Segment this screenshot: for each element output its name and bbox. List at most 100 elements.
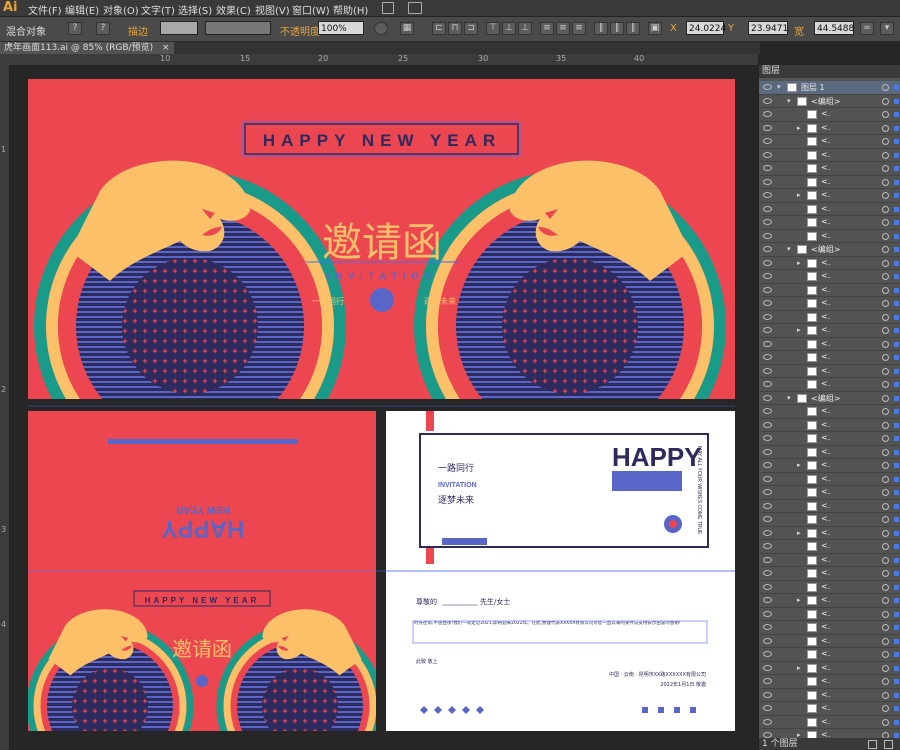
path-row[interactable]: <. [759, 500, 900, 513]
selection-square-icon[interactable] [894, 692, 899, 698]
vertical-ruler[interactable]: 1 2 3 4 [0, 65, 10, 750]
path-row[interactable]: <. [759, 540, 900, 554]
path-row[interactable]: <. [759, 432, 900, 446]
distribute-bottom-icon[interactable]: ≡ [572, 22, 586, 35]
w-field[interactable]: 44.5488 [814, 21, 854, 35]
visibility-eye-icon[interactable] [763, 219, 772, 225]
target-circle-icon[interactable] [882, 678, 889, 685]
visibility-eye-icon[interactable] [763, 408, 772, 414]
path-row[interactable]: <. [759, 311, 900, 324]
expand-toggle-icon[interactable]: ▸ [797, 596, 801, 604]
selection-square-icon[interactable] [894, 490, 899, 495]
target-circle-icon[interactable] [882, 219, 889, 226]
path-row[interactable]: <. [759, 135, 900, 149]
target-circle-icon[interactable] [882, 273, 889, 280]
panel-left-top[interactable]: HAPPY NEW YEAR [28, 411, 376, 571]
target-circle-icon[interactable] [882, 691, 889, 699]
visibility-eye-icon[interactable] [763, 516, 772, 522]
target-circle-icon[interactable] [882, 97, 889, 105]
selection-square-icon[interactable] [894, 314, 899, 320]
panel-right-top[interactable]: 一路同行 INVITATION 逐梦未来 HAPPY MAY ALL YOUR … [386, 411, 735, 571]
visibility-eye-icon[interactable] [763, 475, 772, 482]
path-row[interactable]: <. [759, 648, 900, 662]
path-row[interactable]: <. [759, 270, 900, 284]
path-row[interactable]: <. [759, 635, 900, 648]
x-field[interactable]: 24.0224 [686, 21, 726, 35]
selection-square-icon[interactable] [894, 422, 899, 428]
target-circle-icon[interactable] [882, 327, 889, 334]
target-circle-icon[interactable] [882, 381, 889, 388]
target-circle-icon[interactable] [882, 637, 889, 645]
selection-square-icon[interactable] [894, 598, 899, 603]
expand-toggle-icon[interactable]: ▸ [797, 124, 801, 132]
expand-toggle-icon[interactable]: ▸ [797, 259, 801, 267]
target-circle-icon[interactable] [882, 651, 889, 658]
selection-square-icon[interactable] [894, 476, 899, 482]
path-row[interactable]: <. [759, 608, 900, 621]
opacity-label[interactable]: 不透明度 [280, 23, 320, 38]
path-row[interactable]: <. [759, 108, 900, 122]
path-row[interactable]: <. [759, 581, 900, 594]
path-row[interactable]: <. [759, 162, 900, 176]
visibility-eye-icon[interactable] [763, 111, 772, 117]
visibility-eye-icon[interactable] [763, 570, 772, 576]
visibility-eye-icon[interactable] [763, 327, 772, 333]
path-row[interactable]: <. [759, 702, 900, 716]
trash-icon[interactable] [884, 740, 893, 749]
visibility-eye-icon[interactable] [763, 124, 772, 131]
align-right-icon[interactable]: ⊐ [464, 22, 478, 35]
bridge-icon[interactable] [382, 2, 394, 14]
artboard-canvas[interactable]: HAPPY NEW YEAR 邀请函 INVITATION 一路同行 逐梦未来 … [10, 66, 758, 750]
selection-square-icon[interactable] [894, 679, 899, 684]
path-row[interactable]: <. [759, 446, 900, 459]
stroke-swatch[interactable]: ? [96, 22, 110, 35]
visibility-eye-icon[interactable] [763, 192, 772, 198]
visibility-eye-icon[interactable] [763, 462, 772, 468]
expand-toggle-icon[interactable]: ▾ [787, 245, 791, 253]
panel-left-bottom[interactable]: HAPPY NEW YEAR 邀请函 [28, 571, 380, 750]
selection-square-icon[interactable] [894, 179, 899, 185]
visibility-eye-icon[interactable] [763, 205, 772, 212]
target-circle-icon[interactable] [882, 705, 889, 712]
target-circle-icon[interactable] [882, 475, 889, 483]
selection-square-icon[interactable] [894, 625, 899, 630]
selection-square-icon[interactable] [894, 152, 899, 158]
target-circle-icon[interactable] [882, 543, 889, 550]
path-row[interactable]: <. [759, 473, 900, 486]
more-options-icon[interactable]: ▾ [880, 22, 894, 35]
target-circle-icon[interactable] [882, 570, 889, 577]
recolor-icon[interactable] [374, 22, 388, 35]
target-circle-icon[interactable] [882, 516, 889, 523]
expand-toggle-icon[interactable]: ▾ [777, 83, 781, 91]
selection-square-icon[interactable] [894, 719, 899, 725]
visibility-eye-icon[interactable] [763, 246, 772, 252]
path-row[interactable]: <. [759, 149, 900, 162]
target-circle-icon[interactable] [882, 165, 889, 172]
selection-square-icon[interactable] [894, 530, 899, 536]
visibility-eye-icon[interactable] [763, 259, 772, 266]
selection-square-icon[interactable] [894, 665, 899, 671]
selection-square-icon[interactable] [894, 85, 899, 90]
visibility-eye-icon[interactable] [763, 421, 772, 428]
target-circle-icon[interactable] [882, 394, 889, 402]
selection-square-icon[interactable] [894, 125, 899, 131]
visibility-eye-icon[interactable] [763, 489, 772, 495]
target-circle-icon[interactable] [882, 124, 889, 132]
path-row[interactable]: <. [759, 621, 900, 635]
menu-select[interactable]: 选择(S) [178, 2, 212, 17]
target-circle-icon[interactable] [882, 529, 889, 537]
new-layer-icon[interactable] [868, 740, 877, 749]
target-circle-icon[interactable] [882, 718, 889, 726]
target-circle-icon[interactable] [882, 556, 889, 564]
expand-toggle-icon[interactable]: ▸ [797, 529, 801, 537]
target-circle-icon[interactable] [882, 367, 889, 375]
path-row[interactable]: <. [759, 203, 900, 216]
selection-square-icon[interactable] [894, 139, 899, 144]
visibility-eye-icon[interactable] [763, 232, 772, 239]
selection-square-icon[interactable] [894, 463, 899, 468]
visibility-eye-icon[interactable] [763, 394, 772, 401]
visibility-eye-icon[interactable] [763, 705, 772, 711]
target-circle-icon[interactable] [882, 178, 889, 186]
visibility-eye-icon[interactable] [763, 300, 772, 306]
menu-view[interactable]: 视图(V) [255, 2, 290, 17]
